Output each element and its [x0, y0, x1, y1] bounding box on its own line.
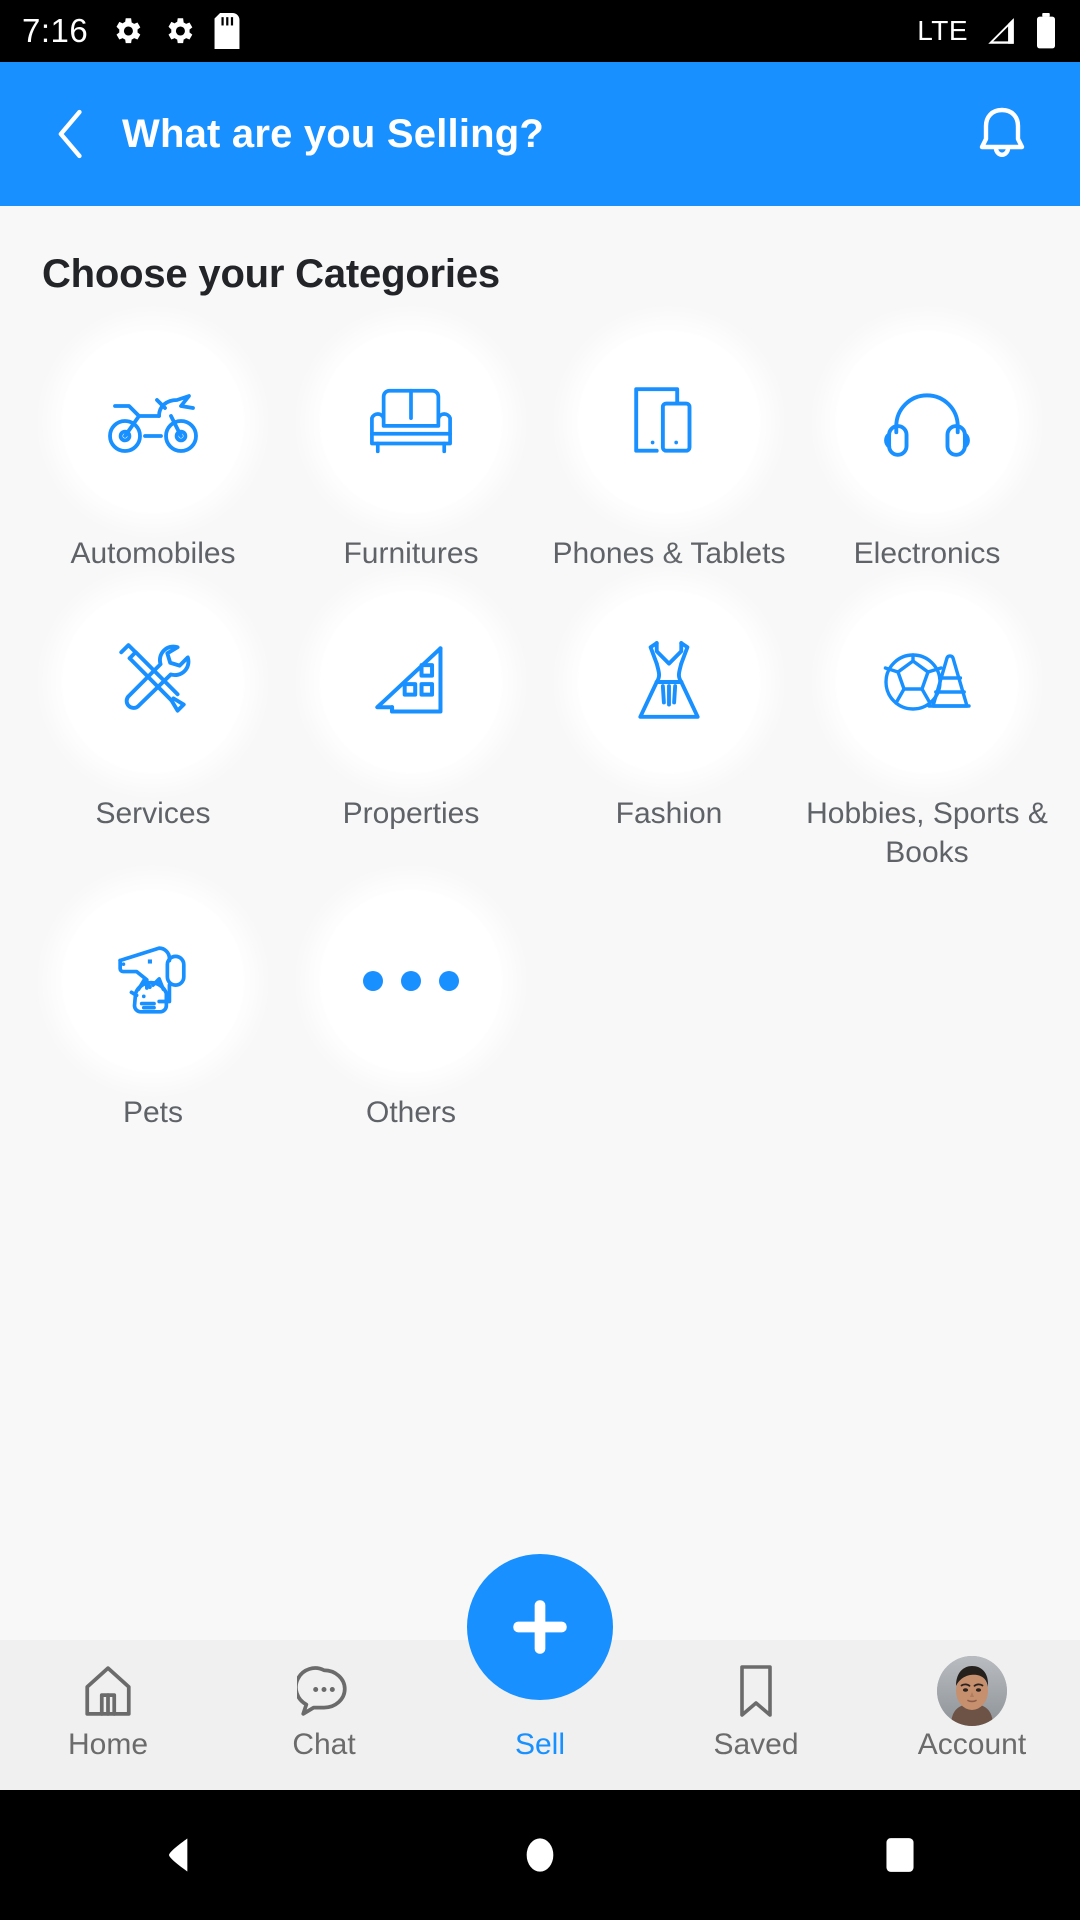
category-item-pets[interactable]: Pets [24, 878, 282, 1132]
category-item-automobiles[interactable]: Automobiles [24, 319, 282, 573]
tools-icon [119, 643, 191, 714]
sofa-icon [370, 388, 452, 454]
section-title: Choose your Categories [42, 252, 500, 296]
sd-card-icon [214, 13, 240, 49]
nav-item-saved[interactable]: Saved [648, 1640, 864, 1762]
category-item-services[interactable]: Services [24, 579, 282, 872]
headphones-icon [884, 393, 970, 457]
category-item-fashion[interactable]: Fashion [540, 579, 798, 872]
dress-icon [638, 641, 700, 720]
chevron-left-icon [58, 109, 82, 159]
category-icon-wrapper [578, 591, 760, 774]
category-label: Others [365, 1096, 457, 1130]
main-content: Choose your Categories Automobiles Furni… [0, 206, 1080, 1640]
android-recents-button[interactable] [840, 1795, 960, 1915]
category-item-electronics[interactable]: Electronics [798, 319, 1056, 573]
app-bar: What are you Selling? [0, 62, 1080, 206]
category-item-properties[interactable]: Properties [282, 579, 540, 872]
notifications-button[interactable] [970, 102, 1034, 166]
category-label: Automobiles [70, 537, 236, 570]
category-grid-empty-cell [798, 878, 1056, 1132]
category-icon-wrapper [62, 331, 244, 513]
status-bar: 7:16 LTE [0, 0, 1080, 62]
battery-icon [1034, 13, 1058, 49]
android-back-button[interactable] [120, 1795, 240, 1915]
avatar-image [937, 1656, 1007, 1726]
category-icon-wrapper [62, 591, 244, 774]
category-icon-wrapper [320, 591, 502, 774]
circle-home-icon [526, 1838, 554, 1872]
category-grid-empty-cell [540, 878, 798, 1132]
category-label: Fashion [615, 797, 723, 831]
android-home-button[interactable] [480, 1795, 600, 1915]
category-label: Properties [342, 797, 480, 831]
category-item-others[interactable]: Others [282, 878, 540, 1132]
network-type-label: LTE [917, 15, 968, 46]
square-recents-icon [886, 1838, 914, 1872]
category-item-hobbies-sports-books[interactable]: Hobbies, Sports & Books [798, 579, 1056, 872]
house-outline-icon [81, 1662, 135, 1720]
bookmark-icon [733, 1662, 779, 1720]
triangle-back-icon [169, 1838, 188, 1872]
page-title: What are you Selling? [122, 111, 545, 156]
sell-fab-button[interactable] [467, 1554, 613, 1700]
gear-icon [162, 14, 196, 48]
category-icon-wrapper [836, 591, 1018, 774]
category-icon-wrapper [836, 331, 1018, 513]
nav-item-account[interactable]: Account [864, 1640, 1080, 1762]
category-label: Furnitures [343, 537, 479, 570]
status-bar-time: 7:16 [22, 12, 89, 49]
category-item-furnitures[interactable]: Furnitures [282, 319, 540, 573]
nav-label: Saved [713, 1728, 799, 1761]
phone-screen: 7:16 LTE What are you Selling? Choose yo… [0, 0, 1080, 1920]
gear-icon [110, 14, 144, 48]
category-label: Phones & Tablets [552, 537, 786, 570]
category-icon-wrapper [62, 890, 244, 1073]
android-navigation-bar [0, 1790, 1080, 1920]
category-label: Hobbies, Sports & Books [806, 797, 1048, 869]
nav-label: Account [917, 1728, 1027, 1761]
nav-label: Sell [514, 1728, 566, 1761]
chat-bubble-icon [297, 1662, 351, 1720]
category-icon-wrapper [320, 331, 502, 513]
motorcycle-icon [108, 394, 198, 453]
ball-cone-icon [883, 653, 971, 712]
category-label: Electronics [853, 537, 1001, 570]
category-icon-wrapper [320, 890, 502, 1073]
category-label: Services [95, 797, 211, 831]
dog-cat-icon [118, 946, 186, 1014]
status-bar-notification-icons [110, 13, 240, 49]
nav-label: Home [67, 1728, 149, 1761]
category-label: Pets [122, 1096, 184, 1130]
nav-item-chat[interactable]: Chat [216, 1640, 432, 1762]
category-item-phones-tablets[interactable]: Phones & Tablets [540, 319, 798, 573]
nav-item-home[interactable]: Home [0, 1640, 216, 1762]
status-bar-system-icons: LTE [917, 13, 1058, 49]
plus-icon [513, 1600, 567, 1654]
back-button[interactable] [44, 107, 98, 161]
category-grid: Automobiles Furnitures Phones & Tablets … [0, 297, 1080, 1133]
nav-label: Chat [292, 1728, 356, 1761]
phone-tablet-icon [634, 387, 692, 453]
bottom-navigation: Home Chat Sell Saved Account [0, 1554, 1080, 1790]
house-icon [375, 646, 443, 714]
bell-icon [979, 107, 1025, 157]
signal-icon [982, 14, 1020, 48]
ellipsis-icon [363, 971, 459, 992]
avatar [937, 1656, 1007, 1726]
category-icon-wrapper [578, 331, 760, 513]
